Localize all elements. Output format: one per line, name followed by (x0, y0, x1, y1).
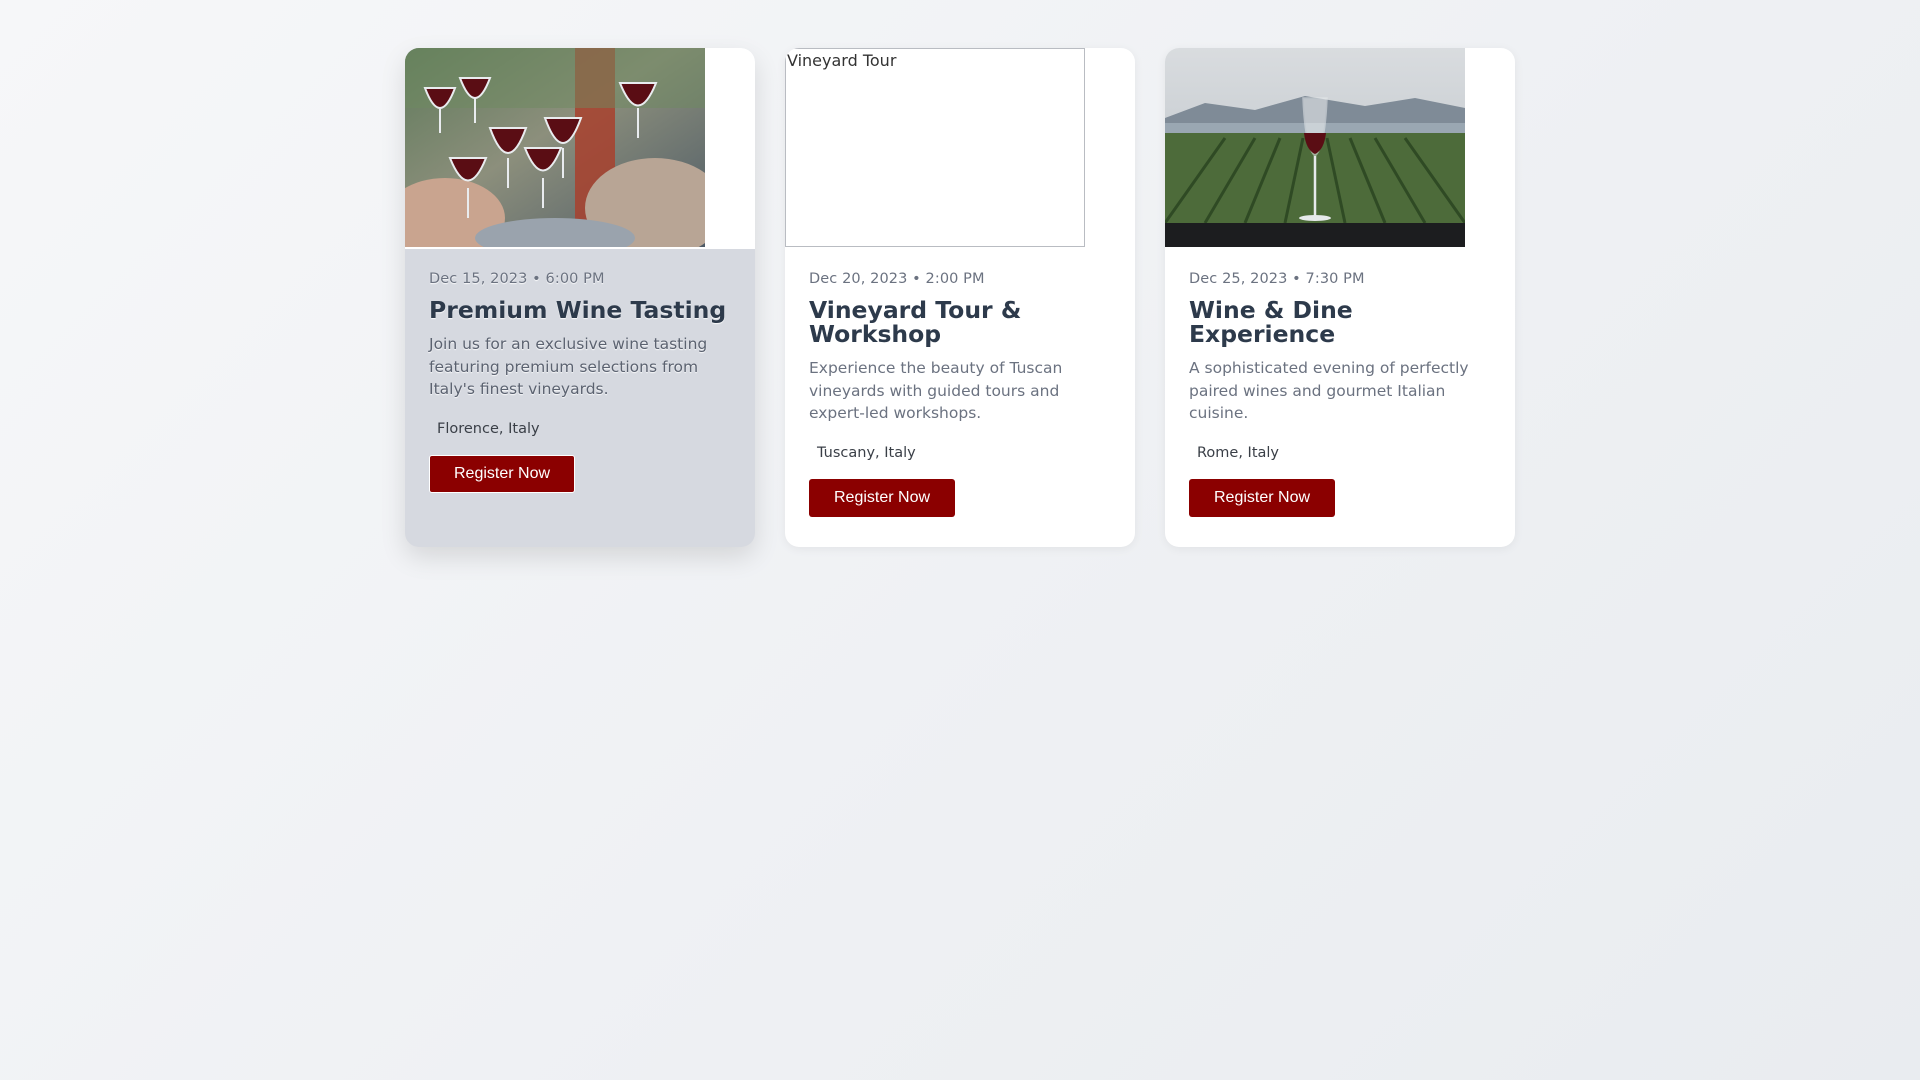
register-button[interactable]: Register Now (429, 454, 575, 493)
wine-toast-illustration (405, 48, 705, 247)
image-alt-text: Vineyard Tour (787, 51, 897, 70)
event-description: A sophisticated evening of perfectly pai… (1189, 359, 1469, 422)
event-image-frame: Vineyard Tour (785, 48, 1135, 249)
event-image-frame (405, 48, 755, 249)
wine-tasting-photo (405, 48, 705, 247)
event-card[interactable]: Vineyard Tour Dec 20, 2023 • 2:00 PM Vin… (785, 48, 1135, 547)
event-location: Tuscany, Italy (817, 444, 916, 461)
event-card-body: Dec 20, 2023 • 2:00 PM Vineyard Tour & W… (785, 249, 1135, 517)
event-card-body: Dec 15, 2023 • 6:00 PM Premium Wine Tast… (405, 249, 755, 493)
event-image-frame (1165, 48, 1515, 249)
event-date: Dec 15, 2023 • 6:00 PM (429, 271, 605, 287)
event-title: Wine & Dine Experience (1189, 296, 1353, 348)
event-title: Vineyard Tour & Workshop (809, 296, 1022, 348)
register-button[interactable]: Register Now (1189, 478, 1335, 517)
event-card[interactable]: Dec 15, 2023 • 6:00 PM Premium Wine Tast… (405, 48, 755, 547)
events-grid: Dec 15, 2023 • 6:00 PM Premium Wine Tast… (405, 48, 1515, 547)
event-date: Dec 20, 2023 • 2:00 PM (809, 271, 985, 287)
vineyard-glass-photo (1165, 48, 1465, 247)
event-description: Join us for an exclusive wine tasting fe… (429, 335, 708, 398)
event-location: Rome, Italy (1197, 444, 1280, 461)
event-date: Dec 25, 2023 • 7:30 PM (1189, 271, 1365, 287)
event-card-body: Dec 25, 2023 • 7:30 PM Wine & Dine Exper… (1165, 249, 1515, 517)
event-description: Experience the beauty of Tuscan vineyard… (809, 359, 1063, 422)
event-location: Florence, Italy (437, 420, 540, 437)
event-card[interactable]: Dec 25, 2023 • 7:30 PM Wine & Dine Exper… (1165, 48, 1515, 547)
broken-image: Vineyard Tour (785, 48, 1085, 247)
event-title: Premium Wine Tasting (429, 296, 727, 324)
wine-glass-vineyard-illustration (1165, 48, 1465, 247)
register-button[interactable]: Register Now (809, 478, 955, 517)
